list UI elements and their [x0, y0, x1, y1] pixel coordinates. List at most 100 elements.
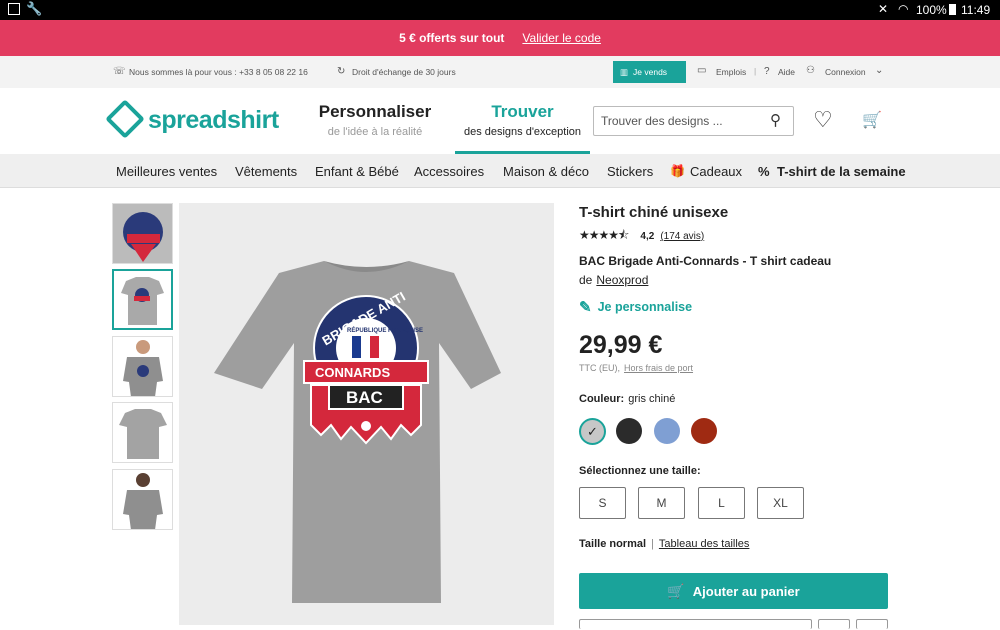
product-title: T-shirt chiné unisexe — [579, 204, 729, 221]
help-link[interactable]: Aide — [778, 67, 795, 77]
tab-trouver[interactable]: Trouver des designs d'exception — [455, 102, 590, 154]
size-label: Sélectionnez une taille: — [579, 465, 701, 477]
nav-kids[interactable]: Enfant & Bébé — [315, 164, 399, 179]
nav-gifts[interactable]: Cadeaux — [690, 164, 742, 179]
secondary-button[interactable] — [579, 619, 812, 629]
design-thumb-icon — [123, 212, 163, 262]
tshirt-thumb-icon — [121, 277, 164, 325]
reviews-link[interactable]: (174 avis) — [660, 231, 704, 242]
heart-icon[interactable]: ♡ — [813, 107, 833, 133]
help-icon: ? — [764, 66, 770, 77]
rating-value: 4,2 — [640, 231, 655, 242]
by-label: de — [579, 273, 593, 287]
thumbnail-front[interactable] — [112, 269, 173, 330]
tab-trouver-sub: des designs d'exception — [463, 126, 582, 138]
search-placeholder: Trouver des designs ... — [601, 114, 723, 128]
product-image[interactable]: BRIGADE ANTI RÉPUBLIQUE FRANÇAISE CONNAR… — [179, 203, 554, 625]
nav-best-sellers[interactable]: Meilleures ventes — [116, 164, 217, 179]
battery-icon — [949, 4, 956, 15]
shop-icon: ▥ — [620, 66, 629, 77]
thumbnail-model-back[interactable] — [112, 469, 173, 530]
logo-icon[interactable] — [105, 99, 145, 139]
author-link[interactable]: Neoxprod — [596, 273, 648, 287]
gift-icon: 🎁 — [670, 164, 685, 178]
model-thumb-icon — [123, 340, 163, 396]
nav-home[interactable]: Maison & déco — [503, 164, 589, 179]
price-note: TTC (EU), Hors frais de port — [579, 363, 693, 373]
tab-trouver-title: Trouver — [491, 102, 554, 121]
swatch-red[interactable] — [691, 418, 717, 444]
nav-tshirt-week[interactable]: T-shirt de la semaine — [777, 164, 906, 179]
cart-icon[interactable]: 🛒 — [862, 110, 882, 130]
price: 29,99 € — [579, 331, 663, 359]
rating-stars-icon: ★★★★⯪ — [579, 228, 629, 242]
sell-label: Je vends — [633, 67, 668, 77]
nav-stickers[interactable]: Stickers — [607, 164, 653, 179]
tab-personnaliser-title: Personnaliser — [318, 102, 432, 121]
swatch-grey-selected[interactable]: ✓ — [579, 418, 606, 445]
login-link[interactable]: Connexion — [825, 67, 866, 77]
chevron-down-icon: ⌄ — [875, 65, 884, 76]
tshirt-main-illustration — [214, 261, 501, 603]
separator: | — [754, 66, 757, 76]
tab-personnaliser-sub: de l'idée à la réalité — [327, 126, 423, 138]
color-label: Couleur: — [579, 393, 625, 405]
phone-icon: ☏ — [113, 66, 126, 77]
thumbnail-model-front[interactable] — [112, 336, 173, 397]
thumbnail-design[interactable] — [112, 203, 173, 264]
design-badge-text: BAC — [346, 388, 383, 407]
add-to-cart-button[interactable]: 🛒 Ajouter au panier — [579, 573, 888, 609]
exchange-text: Droit d'échange de 30 jours — [352, 67, 456, 77]
nav-accessories[interactable]: Accessoires — [414, 164, 484, 179]
color-row: Couleur: gris chiné — [579, 393, 675, 405]
user-icon: ⚇ — [806, 65, 815, 76]
personalize-button[interactable]: ✎ Je personnalise — [579, 298, 692, 316]
rating-row: ★★★★⯪ 4,2 (174 avis) — [579, 226, 704, 247]
fit-label: Taille normal — [579, 538, 647, 550]
clock: 11:49 — [961, 3, 991, 17]
secondary-button-small[interactable] — [856, 619, 888, 629]
size-xl[interactable]: XL — [757, 487, 804, 519]
tab-personnaliser[interactable]: Personnaliser de l'idée à la réalité — [305, 102, 445, 138]
size-m[interactable]: M — [638, 487, 685, 519]
size-s[interactable]: S — [579, 487, 626, 519]
search-box[interactable]: Trouver des designs ... ⚲ — [593, 106, 794, 136]
size-l[interactable]: L — [698, 487, 745, 519]
battery-percent: 100% — [916, 3, 947, 17]
mute-icon: ✕ — [878, 2, 889, 16]
shipping-link[interactable]: Hors frais de port — [624, 363, 693, 373]
nav-clothing[interactable]: Vêtements — [235, 164, 297, 179]
status-bar: 🔧 ✕ ◠ 100% 11:49 — [0, 0, 1000, 20]
promo-text: 5 € offerts sur tout — [399, 31, 505, 45]
design-title: BAC Brigade Anti-Connards - T shirt cade… — [579, 254, 832, 268]
promo-banner: 5 € offerts sur tout Valider le code — [0, 20, 1000, 56]
category-nav: Meilleures ventes Vêtements Enfant & Béb… — [0, 154, 1000, 188]
ttc-label: TTC (EU), — [579, 363, 620, 373]
size-table-link[interactable]: Tableau des tailles — [659, 538, 750, 550]
personalize-label: Je personnalise — [597, 300, 693, 314]
search-icon[interactable]: ⚲ — [770, 111, 781, 129]
return-icon: ↻ — [337, 66, 346, 77]
percent-icon: % — [758, 164, 770, 179]
wifi-icon: ◠ — [898, 2, 909, 16]
wrench-icon: 🔧 — [26, 1, 43, 16]
phone-text: Nous sommes là pour vous : +33 8 05 08 2… — [129, 67, 308, 77]
logo-text[interactable]: spreadshirt — [148, 106, 279, 135]
separator: | — [651, 538, 654, 550]
author-row: de Neoxprod — [579, 273, 648, 287]
tshirt-back-icon — [119, 409, 167, 459]
cart-icon: 🛒 — [667, 582, 685, 599]
swatch-black[interactable] — [616, 418, 642, 444]
jobs-link[interactable]: Emplois — [716, 67, 746, 77]
fit-row: Taille normal | Tableau des tailles — [579, 538, 749, 550]
info-bar: ☏ Nous sommes là pour vous : +33 8 05 08… — [0, 56, 1000, 88]
secondary-button-small[interactable] — [818, 619, 850, 629]
design-sub-text: RÉPUBLIQUE FRANÇAISE — [347, 328, 424, 334]
swatch-blue[interactable] — [654, 418, 680, 444]
color-value: gris chiné — [628, 393, 676, 405]
sell-button[interactable]: ▥ Je vends — [613, 61, 686, 83]
promo-code-link[interactable]: Valider le code — [522, 31, 601, 45]
thumbnail-back[interactable] — [112, 402, 173, 463]
model-back-icon — [123, 473, 163, 529]
site-header: spreadshirt Personnaliser de l'idée à la… — [0, 88, 1000, 154]
